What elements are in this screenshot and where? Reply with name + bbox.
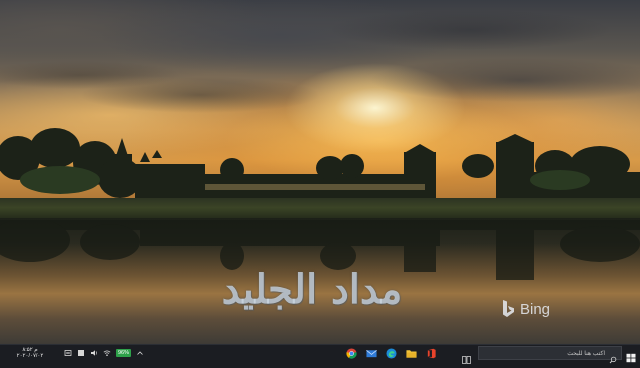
file-explorer-icon[interactable] <box>406 348 417 359</box>
battery-indicator[interactable]: 96% <box>116 348 132 357</box>
system-tray: 96% <box>64 345 144 361</box>
volume-icon[interactable] <box>90 349 98 357</box>
chevron-up-icon[interactable] <box>136 349 144 357</box>
bing-logo[interactable]: Bing <box>500 298 550 320</box>
pinned-apps <box>346 345 437 361</box>
search-placeholder: اكتب هنا للبحث <box>567 350 605 357</box>
task-view-icon[interactable] <box>462 349 471 364</box>
chrome-icon[interactable] <box>346 347 357 359</box>
taskbar-clock[interactable]: ۸:۵۲ م ۲۰۲۰/۰۷/۰۲ <box>0 345 60 361</box>
notifications-icon[interactable] <box>64 349 72 357</box>
clock-date: ۲۰۲۰/۰۷/۰۲ <box>16 352 44 359</box>
language-icon[interactable] <box>77 349 85 357</box>
bing-label: Bing <box>520 300 551 318</box>
wallpaper-temple-silhouette <box>0 128 640 200</box>
office-icon[interactable] <box>426 348 437 359</box>
edge-icon[interactable] <box>386 347 397 359</box>
taskbar-search-box[interactable]: اكتب هنا للبحث <box>478 346 622 364</box>
taskbar: ۸:۵۲ م ۲۰۲۰/۰۷/۰۲ 96% اكتب هنا للبحث <box>0 344 640 364</box>
wifi-icon[interactable] <box>103 349 111 357</box>
bing-icon <box>503 300 514 317</box>
watermark-text: مداد الجليد <box>221 265 403 313</box>
battery-label: 96% <box>118 349 130 356</box>
start-menu-icon[interactable] <box>626 348 636 363</box>
desktop: مداد الجليد Bing <box>0 0 640 344</box>
mail-icon[interactable] <box>366 348 377 359</box>
search-icon <box>609 349 617 364</box>
